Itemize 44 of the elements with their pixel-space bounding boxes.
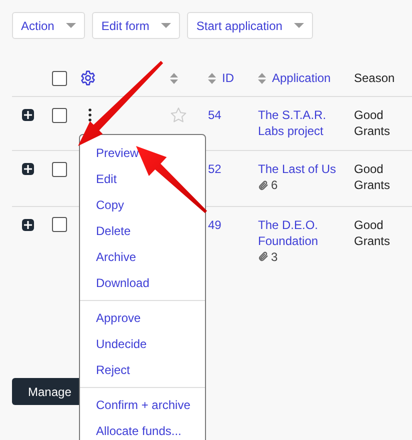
paperclip-icon <box>258 180 269 190</box>
table-cell-text: Good Grants <box>354 161 392 193</box>
caret-icon <box>294 23 304 28</box>
dropdown-button[interactable]: Edit form <box>92 12 180 39</box>
star-icon[interactable] <box>170 107 187 123</box>
sort-icon[interactable] <box>170 72 178 84</box>
dropdown-button[interactable]: Start application <box>187 12 314 39</box>
application-link[interactable]: The D.E.O. Foundation <box>258 216 340 248</box>
caret-icon <box>66 23 76 28</box>
column-header: Season <box>354 70 395 86</box>
column-header[interactable]: ID <box>222 70 234 86</box>
checkbox[interactable] <box>52 70 67 86</box>
expand-icon[interactable] <box>22 109 34 121</box>
menu-item[interactable]: Allocate funds... <box>80 418 205 440</box>
caret-icon <box>161 23 172 28</box>
table-cell-text: Good Grants <box>354 107 392 139</box>
sort-icon[interactable] <box>208 72 216 84</box>
checkbox[interactable] <box>52 162 67 176</box>
menu-item[interactable]: Delete <box>80 218 205 244</box>
menu-item[interactable]: Download <box>80 270 205 296</box>
menu-item[interactable]: Copy <box>80 192 205 218</box>
attachment-count: 6 <box>271 177 278 193</box>
application-link[interactable]: The Last of Us <box>258 161 340 177</box>
attachment-count: 3 <box>271 248 278 264</box>
application-link[interactable]: The S.T.A.R. Labs project <box>258 107 340 139</box>
expand-icon[interactable] <box>22 163 34 175</box>
expand-icon[interactable] <box>22 218 34 230</box>
sort-icon[interactable] <box>258 72 266 84</box>
menu-item[interactable]: Edit <box>80 166 205 192</box>
table-cell-text: Good Grants <box>354 216 392 248</box>
menu-item[interactable]: Archive <box>80 244 205 270</box>
id-link[interactable]: 54 <box>208 107 258 123</box>
id-link[interactable]: 49 <box>208 216 258 232</box>
dropdown-button[interactable]: Action <box>12 12 86 39</box>
menu-item[interactable]: Undecide <box>80 331 205 357</box>
more-icon[interactable] <box>88 108 92 122</box>
menu-item[interactable]: Approve <box>80 305 205 331</box>
settings-icon[interactable] <box>80 70 96 86</box>
id-link[interactable]: 52 <box>208 161 258 177</box>
column-header[interactable]: Application <box>272 70 331 86</box>
paperclip-icon <box>258 251 269 262</box>
checkbox[interactable] <box>52 108 67 122</box>
checkbox[interactable] <box>52 217 67 232</box>
menu-item[interactable]: Preview <box>80 140 205 166</box>
